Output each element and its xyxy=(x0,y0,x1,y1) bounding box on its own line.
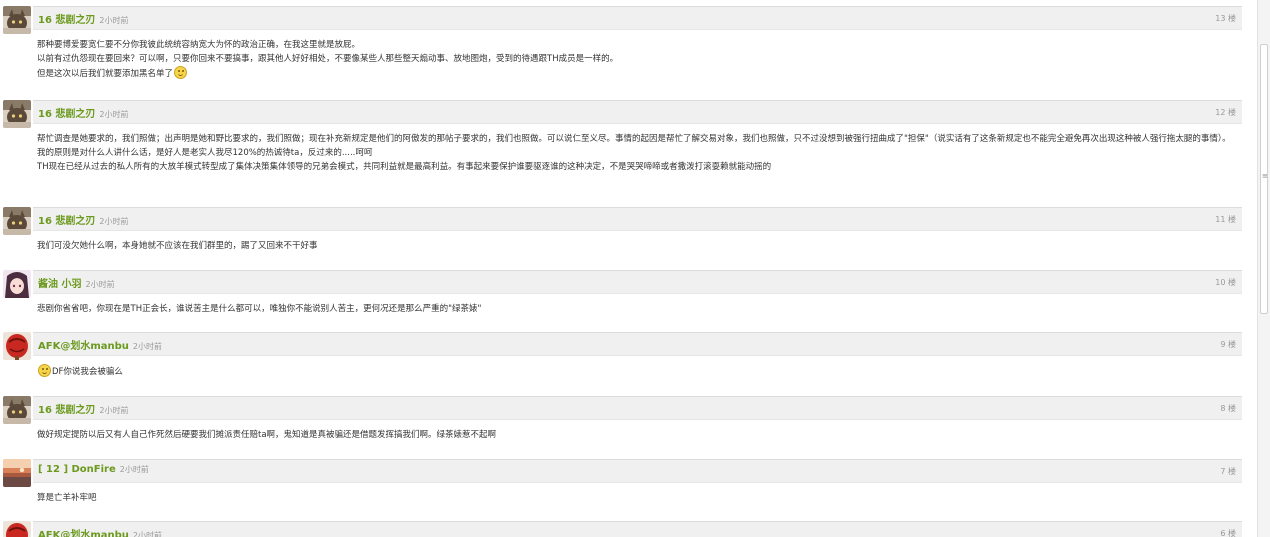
author-name-link[interactable]: AFK@划水manbu 2小时前 xyxy=(38,526,162,537)
author-name-link[interactable]: 16 悲剧之刃 2小时前 xyxy=(38,11,129,26)
cat-avatar-image xyxy=(3,396,31,424)
cat-avatar[interactable] xyxy=(3,100,31,128)
author-name[interactable]: 酱油 小羽 xyxy=(38,279,81,290)
vertical-scrollbar[interactable]: ≡ xyxy=(1257,0,1270,537)
cat-avatar[interactable] xyxy=(3,6,31,34)
cat-avatar[interactable] xyxy=(3,207,31,235)
post-body: 那种要博爱要宽仁要不分你我彼此统统容纳宽大为怀的政治正确，在我这里就是放屁。以前… xyxy=(37,38,1234,82)
floor-number: 6 楼 xyxy=(1220,529,1236,537)
scrollbar-grip-icon: ≡ xyxy=(1262,172,1268,180)
author-name-link[interactable]: 16 悲剧之刃 2小时前 xyxy=(38,105,129,120)
anime-avatar[interactable] xyxy=(3,270,31,298)
author-name[interactable]: [ 12 ] DonFire xyxy=(38,464,116,475)
post-header: 16 悲剧之刃 2小时前 13 楼 xyxy=(33,6,1242,30)
post-text-line: 我的原则是对什么人讲什么话，是好人是老实人我尽120%的热诚待ta，反过来的..… xyxy=(37,146,1234,160)
post-body: DF你说我会被骗么 xyxy=(37,364,1234,379)
post-header: AFK@划水manbu 2小时前 6 楼 xyxy=(33,521,1242,537)
comment-post: 16 悲剧之刃 2小时前 12 楼帮忙调查是她要求的，我们照做；出声明是她和野比要求… xyxy=(0,100,1256,207)
sunset-avatar-image xyxy=(3,459,31,487)
author-name[interactable]: AFK@划水manbu xyxy=(38,341,129,352)
author-name[interactable]: 16 悲剧之刃 xyxy=(38,216,95,227)
post-text: 做好规定提防以后又有人自己作死然后硬要我们摊派责任赔ta啊，鬼知道是真被骗还是借… xyxy=(37,430,497,440)
floor-number: 11 楼 xyxy=(1215,215,1236,224)
post-body: 我们可没欠她什么啊，本身她就不应该在我们群里的，踢了又回来不干好事 xyxy=(37,239,1234,253)
comment-feed: 16 悲剧之刃 2小时前 13 楼那种要博爱要宽仁要不分你我彼此统统容纳宽大为怀的政… xyxy=(0,0,1256,537)
post-text-line: 做好规定提防以后又有人自己作死然后硬要我们摊派责任赔ta啊，鬼知道是真被骗还是借… xyxy=(37,428,1234,442)
post-text: 帮忙调查是她要求的，我们照做；出声明是她和野比要求的，我们照做；现在补充新规定是… xyxy=(37,134,1231,144)
post-body: 算是亡羊补牢吧 xyxy=(37,491,1234,505)
post-time: 2小时前 xyxy=(99,406,129,415)
floor-number: 9 楼 xyxy=(1220,340,1236,349)
post-header: 16 悲剧之刃 2小时前 11 楼 xyxy=(33,207,1242,231)
post-time: 2小时前 xyxy=(119,465,149,474)
author-name[interactable]: AFK@划水manbu xyxy=(38,530,129,537)
floor-number: 12 楼 xyxy=(1215,108,1236,117)
author-name-link[interactable]: 16 悲剧之刃 2小时前 xyxy=(38,401,129,416)
post-text: 但是这次以后我们就要添加黑名单了 xyxy=(37,69,174,80)
author-name[interactable]: 16 悲剧之刃 xyxy=(38,405,95,416)
author-name-link[interactable]: [ 12 ] DonFire 2小时前 xyxy=(38,464,149,475)
comment-post: AFK@划水manbu 2小时前 6 楼 xyxy=(0,521,1256,537)
red-avatar-image xyxy=(3,332,31,360)
post-text: 我的原则是对什么人讲什么话，是好人是老实人我尽120%的热诚待ta，反过来的..… xyxy=(37,148,373,159)
red-avatar-image xyxy=(3,521,31,537)
sunset-avatar[interactable] xyxy=(3,459,31,487)
post-header: 16 悲剧之刃 2小时前 12 楼 xyxy=(33,100,1242,124)
comment-post: AFK@划水manbu 2小时前 9 楼 DF你说我会被骗么 xyxy=(0,332,1256,396)
comment-post: 16 悲剧之刃 2小时前 8 楼做好规定提防以后又有人自己作死然后硬要我们摊派责任赔… xyxy=(0,396,1256,459)
post-text-line: 但是这次以后我们就要添加黑名单了 xyxy=(37,66,1234,81)
post-body: 帮忙调查是她要求的，我们照做；出声明是她和野比要求的，我们照做；现在补充新规定是… xyxy=(37,132,1234,175)
cat-avatar-image xyxy=(3,207,31,235)
post-header: AFK@划水manbu 2小时前 9 楼 xyxy=(33,332,1242,356)
post-text: 我们可没欠她什么啊，本身她就不应该在我们群里的，踢了又回来不干好事 xyxy=(37,241,318,251)
post-header: [ 12 ] DonFire 2小时前 7 楼 xyxy=(33,459,1242,483)
post-body: 悲剧你省省吧，你现在是TH正会长，谁说苦主是什么都可以，唯独你不能说别人苦主，更… xyxy=(37,302,1234,316)
author-name[interactable]: 16 悲剧之刃 xyxy=(38,109,95,120)
red-avatar[interactable] xyxy=(3,332,31,360)
comment-post: 酱油 小羽 2小时前 10 楼悲剧你省省吧，你现在是TH正会长，谁说苦主是什么都可以… xyxy=(0,270,1256,332)
post-text-line: 帮忙调查是她要求的，我们照做；出声明是她和野比要求的，我们照做；现在补充新规定是… xyxy=(37,132,1234,146)
post-time: 2小时前 xyxy=(99,217,129,226)
post-text-line: 算是亡羊补牢吧 xyxy=(37,491,1234,505)
scrollbar-thumb[interactable]: ≡ xyxy=(1260,44,1268,314)
anime-avatar-image xyxy=(3,270,31,298)
post-time: 2小时前 xyxy=(99,110,129,119)
post-text: TH现在已经从过去的私人所有的大放羊模式转型成了集体决策集体领导的兄弟会模式，共… xyxy=(37,162,772,173)
post-text: 以前有过仇怨现在要回来？可以啊，只要你回来不要搞事，跟其他人好好相处，不要像某些… xyxy=(37,54,619,65)
post-time: 2小时前 xyxy=(132,531,162,537)
smiley-emoji-icon xyxy=(174,66,188,80)
post-header: 16 悲剧之刃 2小时前 8 楼 xyxy=(33,396,1242,420)
post-text-line: TH现在已经从过去的私人所有的大放羊模式转型成了集体决策集体领导的兄弟会模式，共… xyxy=(37,160,1234,174)
post-body: 做好规定提防以后又有人自己作死然后硬要我们摊派责任赔ta啊，鬼知道是真被骗还是借… xyxy=(37,428,1234,442)
floor-number: 13 楼 xyxy=(1215,14,1236,23)
post-text-line: 我们可没欠她什么啊，本身她就不应该在我们群里的，踢了又回来不干好事 xyxy=(37,239,1234,253)
cat-avatar-image xyxy=(3,6,31,34)
post-time: 2小时前 xyxy=(99,16,129,25)
cat-avatar[interactable] xyxy=(3,396,31,424)
post-text: DF你说我会被骗么 xyxy=(52,367,123,377)
post-time: 2小时前 xyxy=(132,342,162,351)
post-text-line: 悲剧你省省吧，你现在是TH正会长，谁说苦主是什么都可以，唯独你不能说别人苦主，更… xyxy=(37,302,1234,316)
red-avatar[interactable] xyxy=(3,521,31,537)
author-name-link[interactable]: 酱油 小羽 2小时前 xyxy=(38,275,115,290)
post-header: 酱油 小羽 2小时前 10 楼 xyxy=(33,270,1242,294)
author-name-link[interactable]: 16 悲剧之刃 2小时前 xyxy=(38,212,129,227)
post-text-line: 以前有过仇怨现在要回来？可以啊，只要你回来不要搞事，跟其他人好好相处，不要像某些… xyxy=(37,52,1234,66)
comment-post: [ 12 ] DonFire 2小时前 7 楼算是亡羊补牢吧 xyxy=(0,459,1256,521)
post-text: 算是亡羊补牢吧 xyxy=(37,493,97,503)
smiley-emoji-icon xyxy=(38,364,51,377)
post-text: 那种要博爱要宽仁要不分你我彼此统统容纳宽大为怀的政治正确，在我这里就是放屁。 xyxy=(37,40,361,50)
post-text-line: 那种要博爱要宽仁要不分你我彼此统统容纳宽大为怀的政治正确，在我这里就是放屁。 xyxy=(37,38,1234,52)
post-time: 2小时前 xyxy=(85,280,115,289)
author-name-link[interactable]: AFK@划水manbu 2小时前 xyxy=(38,337,162,352)
author-name[interactable]: 16 悲剧之刃 xyxy=(38,15,95,26)
floor-number: 10 楼 xyxy=(1215,278,1236,287)
floor-number: 8 楼 xyxy=(1220,404,1236,413)
comment-post: 16 悲剧之刃 2小时前 11 楼我们可没欠她什么啊，本身她就不应该在我们群里的，踢… xyxy=(0,207,1256,270)
post-text: 悲剧你省省吧，你现在是TH正会长，谁说苦主是什么都可以，唯独你不能说别人苦主，更… xyxy=(37,304,482,314)
post-text-line: DF你说我会被骗么 xyxy=(37,364,1234,379)
cat-avatar-image xyxy=(3,100,31,128)
comment-post: 16 悲剧之刃 2小时前 13 楼那种要博爱要宽仁要不分你我彼此统统容纳宽大为怀的政… xyxy=(0,6,1256,100)
floor-number: 7 楼 xyxy=(1220,467,1236,476)
